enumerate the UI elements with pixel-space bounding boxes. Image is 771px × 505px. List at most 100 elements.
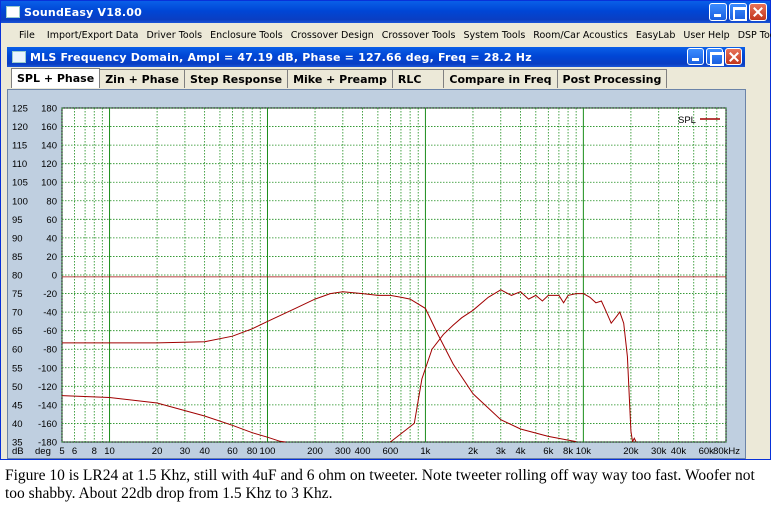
y-tick-label-deg: -60: [43, 326, 57, 337]
y-tick-label-db: 85: [12, 252, 23, 263]
tab-step-response[interactable]: Step Response: [183, 69, 289, 88]
y-tick-label-deg: 100: [41, 178, 57, 189]
x-tick-label: 20: [152, 446, 163, 457]
x-tick-label: 3k: [496, 446, 506, 457]
x-tick-label: 10k: [576, 446, 592, 457]
figure-caption: Figure 10 is LR24 at 1.5 Khz, still with…: [5, 467, 755, 502]
tab-compare-in-freq[interactable]: Compare in Freq: [443, 69, 558, 88]
y-tick-label-db: 100: [12, 196, 28, 207]
y-tick-label-deg: -120: [38, 382, 57, 393]
y-tick-label-db: 60: [12, 345, 23, 356]
y-tick-label-deg: -160: [38, 419, 57, 430]
menu-enclosure-tools[interactable]: Enclosure Tools: [206, 30, 287, 41]
y-tick-label-db: 80: [12, 271, 23, 282]
y-tick-label-deg: 160: [41, 122, 57, 133]
x-tick-label: 300: [335, 446, 351, 457]
y-tick-label-db: 110: [12, 159, 27, 170]
x-unit-label-db: dB: [12, 446, 24, 457]
menu-bar: File Import/Export Data Driver Tools Enc…: [5, 25, 771, 45]
menu-import-export[interactable]: Import/Export Data: [43, 30, 143, 41]
x-tick-label: 8: [92, 446, 97, 457]
x-tick-label: 80: [247, 446, 258, 457]
x-tick-label: 20k: [623, 446, 639, 457]
x-tick-label: 200: [307, 446, 323, 457]
menu-driver-tools[interactable]: Driver Tools: [142, 30, 206, 41]
tab-post-processing[interactable]: Post Processing: [556, 69, 668, 88]
menu-easylab[interactable]: EasyLab: [632, 30, 680, 41]
y-tick-label-deg: -140: [38, 400, 57, 411]
x-tick-label: 30: [180, 446, 191, 457]
title-bar[interactable]: SoundEasy V18.00: [1, 1, 770, 23]
menu-system-tools[interactable]: System Tools: [459, 30, 529, 41]
y-tick-label-deg: -40: [43, 308, 57, 319]
menu-dsp-tools[interactable]: DSP Tools: [734, 30, 771, 41]
app-icon: [6, 6, 20, 18]
y-tick-label-db: 115: [12, 141, 27, 152]
y-tick-label-db: 45: [12, 400, 23, 411]
tab-spl-phase[interactable]: SPL + Phase: [11, 68, 101, 88]
x-tick-label: 600: [382, 446, 398, 457]
subwindow-icon: [12, 51, 26, 63]
x-tick-label: 10: [104, 446, 115, 457]
y-tick-label-deg: 60: [46, 215, 57, 226]
x-tick-label: 60k: [699, 446, 715, 457]
close-button[interactable]: [749, 3, 767, 21]
subwindow-maximize-button[interactable]: [706, 48, 724, 66]
menu-crossover-tools[interactable]: Crossover Tools: [378, 30, 460, 41]
subwindow-title: MLS Frequency Domain, Ampl = 47.19 dB, P…: [30, 50, 532, 64]
y-tick-label-deg: -100: [38, 363, 57, 374]
menu-room-car-acoustics[interactable]: Room/Car Acoustics: [529, 30, 632, 41]
frequency-response-chart[interactable]: 125 180120 160115 140110 120105 100100 8095 609…: [8, 90, 747, 460]
y-tick-label-db: 40: [12, 419, 23, 430]
x-tick-label: 40k: [671, 446, 687, 457]
y-tick-label-deg: -20: [43, 289, 57, 300]
minimize-button[interactable]: [709, 3, 727, 21]
y-tick-label-db: 105: [12, 178, 28, 189]
y-tick-label-deg: 180: [41, 104, 57, 115]
y-tick-label-deg: 40: [46, 233, 57, 244]
legend-label: SPL: [678, 115, 696, 126]
chart-panel: 125 180 120 160 115 140 110 120 105 100 100 80 95 60 9…: [7, 89, 746, 459]
tab-strip: SPL + Phase Zin + Phase Step Response Mi…: [11, 68, 668, 89]
menu-user-help[interactable]: User Help: [679, 30, 733, 41]
x-tick-label: 8k: [563, 446, 573, 457]
x-tick-label: 5: [59, 446, 64, 457]
y-tick-label-db: 75: [12, 289, 23, 300]
x-tick-label: 40: [199, 446, 210, 457]
x-tick-label: 30k: [651, 446, 667, 457]
y-tick-label-deg: 20: [46, 252, 57, 263]
window-title: SoundEasy V18.00: [24, 5, 143, 19]
subwindow-close-button[interactable]: [725, 48, 742, 65]
y-tick-label-db: 95: [12, 215, 23, 226]
y-tick-label-db: 125: [12, 104, 28, 115]
y-tick-label-db: 55: [12, 363, 23, 374]
tab-zin-phase[interactable]: Zin + Phase: [99, 69, 185, 88]
y-tick-label-deg: 140: [41, 141, 57, 152]
menu-file[interactable]: File: [5, 30, 43, 41]
x-tick-label: 80kHz: [713, 446, 740, 457]
y-tick-label-db: 120: [12, 122, 28, 133]
x-tick-label: 4k: [515, 446, 525, 457]
x-tick-label: 6k: [543, 446, 553, 457]
y-tick-label-db: 50: [12, 382, 23, 393]
subwindow-minimize-button[interactable]: [687, 48, 704, 65]
tab-mike-preamp[interactable]: Mike + Preamp: [287, 69, 393, 88]
tab-rlc[interactable]: RLC: [391, 69, 445, 88]
application-window: SoundEasy V18.00 File Import/Export Data…: [0, 0, 771, 460]
maximize-button[interactable]: [729, 3, 747, 21]
y-tick-label-deg: 0: [52, 271, 57, 282]
x-tick-label: 100: [260, 446, 276, 457]
y-tick-label-deg: -80: [43, 345, 57, 356]
y-tick-label-db: 70: [12, 308, 23, 319]
subwindow-title-bar[interactable]: MLS Frequency Domain, Ampl = 47.19 dB, P…: [7, 47, 745, 67]
y-tick-label-db: 90: [12, 233, 23, 244]
x-tick-label: 60: [227, 446, 238, 457]
y-tick-label-db: 65: [12, 326, 23, 337]
menu-crossover-design[interactable]: Crossover Design: [287, 30, 378, 41]
y-tick-label-deg: 120: [41, 159, 57, 170]
x-tick-label: 6: [72, 446, 77, 457]
x-unit-label-deg: deg: [35, 446, 51, 457]
x-tick-label: 2k: [468, 446, 478, 457]
x-tick-label: 1k: [420, 446, 430, 457]
y-tick-label-deg: 80: [46, 196, 57, 207]
